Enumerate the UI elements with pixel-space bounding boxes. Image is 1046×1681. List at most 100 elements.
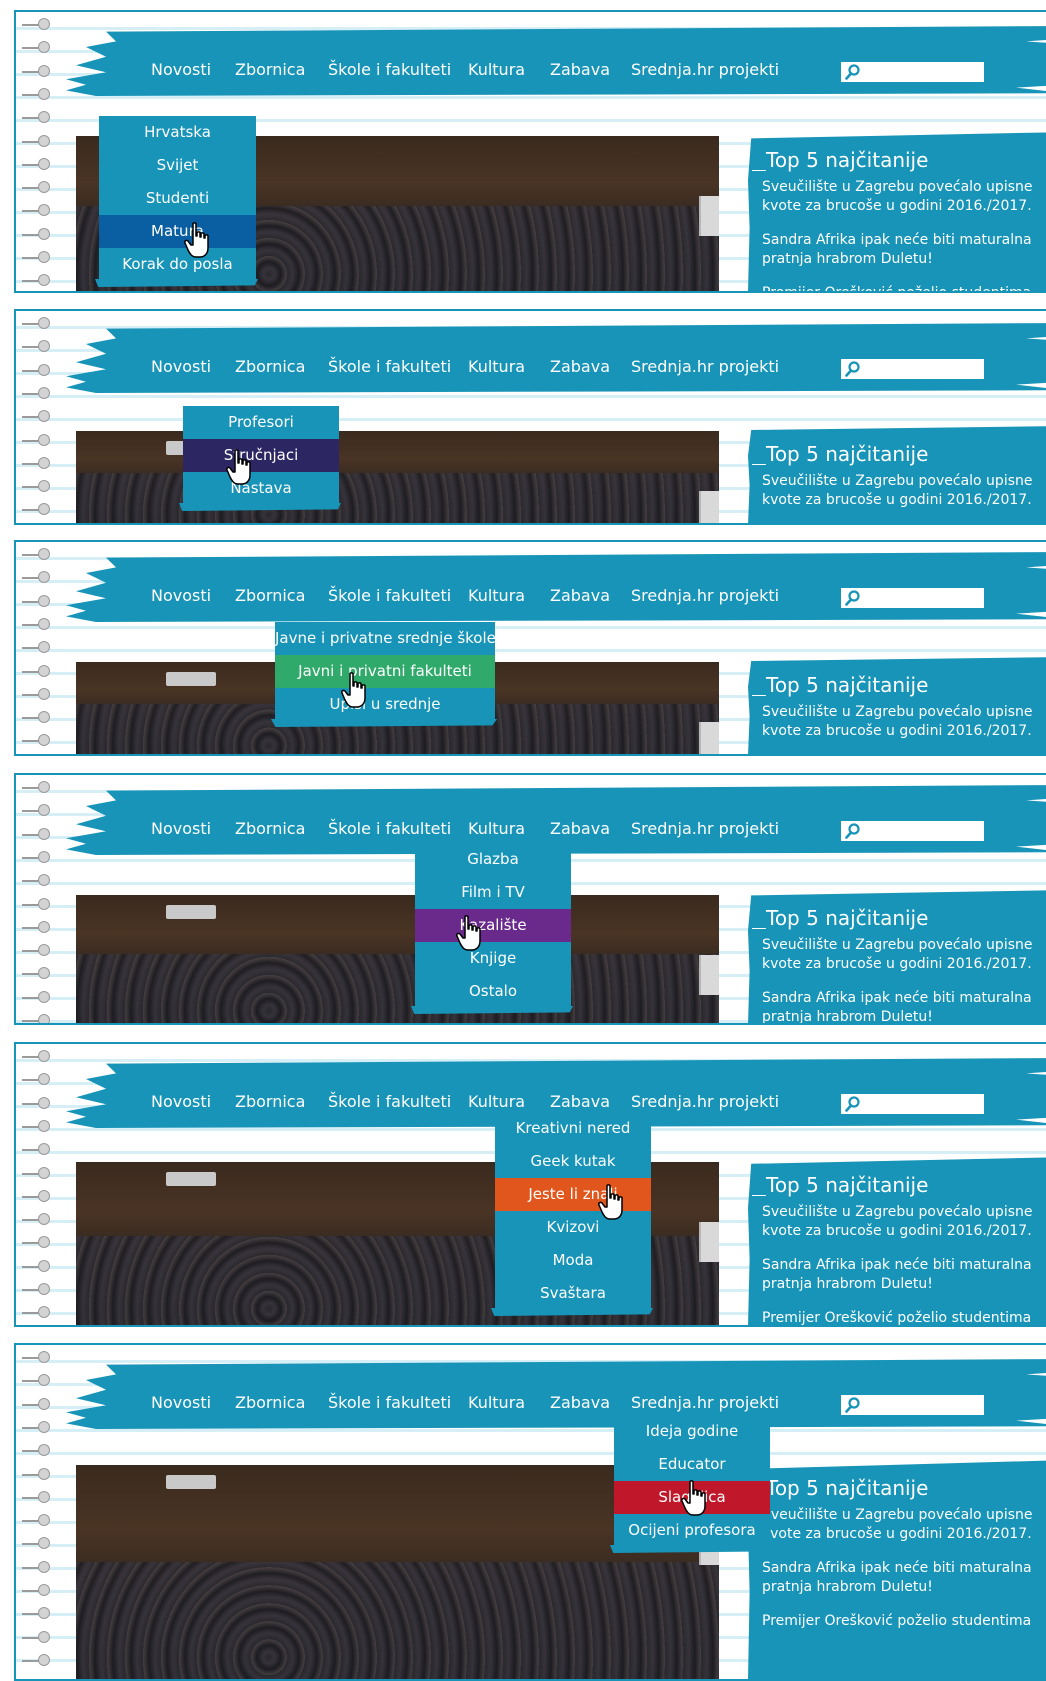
nav-item-novosti[interactable]: Novosti xyxy=(151,60,211,79)
nav-item-kultura[interactable]: Kultura xyxy=(468,357,525,376)
dropdown-item-hovered[interactable]: Slagalica xyxy=(614,1481,770,1514)
search-input[interactable] xyxy=(865,821,980,841)
dropdown-item[interactable]: Educator xyxy=(614,1448,770,1481)
article-link[interactable]: Sandra Afrika ipak neće biti maturalna p… xyxy=(762,1256,1046,1294)
article-link[interactable]: Sandra Afrika ipak neće biti maturalna p… xyxy=(762,1559,1046,1597)
top-5-sidebar: Top 5 najčitanije Sveučilište u Zagrebu p… xyxy=(748,890,1046,1023)
dropdown-item[interactable]: Javne i privatne srednje škole xyxy=(275,622,496,655)
nav-item-kultura[interactable]: Kultura xyxy=(468,586,525,605)
nav-item--kole-i-fakulteti[interactable]: Škole i fakulteti xyxy=(328,357,451,376)
dropdown-item[interactable]: Nastava xyxy=(183,472,339,505)
spiral-ring-icon xyxy=(22,1351,52,1363)
nav-item--kole-i-fakulteti[interactable]: Škole i fakulteti xyxy=(328,60,451,79)
search-input[interactable] xyxy=(865,588,980,608)
dropdown-item-hovered[interactable]: Javni i privatni fakulteti xyxy=(275,655,495,688)
dropdown-item[interactable]: Glazba xyxy=(415,843,571,876)
spiral-ring-icon xyxy=(22,827,52,840)
magnifier-icon xyxy=(845,64,860,80)
search-input[interactable] xyxy=(865,62,980,82)
article-link[interactable]: Sveučilište u Zagrebu povećalo upisne kv… xyxy=(762,703,1046,741)
nav-item-novosti[interactable]: Novosti xyxy=(151,1393,211,1412)
dropdown-item[interactable]: Ideja godine xyxy=(614,1415,770,1448)
article-link[interactable]: Sveučilište u Zagrebu povećalo upisne kv… xyxy=(762,472,1046,510)
nav-item-kultura[interactable]: Kultura xyxy=(468,1393,525,1412)
article-list: Sveučilište u Zagrebu povećalo upisne kv… xyxy=(762,178,1046,291)
dropdown-item-hovered[interactable]: Stručnjaci xyxy=(183,439,339,472)
nav-item-srednja-hr-projekti[interactable]: Srednja.hr projekti xyxy=(631,819,779,838)
nav-item-srednja-hr-projekti[interactable]: Srednja.hr projekti xyxy=(631,357,779,376)
nav-item-zabava[interactable]: Zabava xyxy=(550,1092,610,1111)
nav-item-zabava[interactable]: Zabava xyxy=(550,60,610,79)
nav-item-zabava[interactable]: Zabava xyxy=(550,819,610,838)
nav-item-zbornica[interactable]: Zbornica xyxy=(235,60,305,79)
search-input[interactable] xyxy=(865,359,980,379)
search-box[interactable] xyxy=(841,821,984,841)
spiral-ring-icon xyxy=(22,340,52,353)
nav-item-novosti[interactable]: Novosti xyxy=(151,819,211,838)
dropdown-item-hovered[interactable]: Matura xyxy=(99,215,256,248)
dropdown-item[interactable]: Upisi u srednje xyxy=(275,688,495,721)
screenshot-panel: Top 5 najčitanije Sveučilište u Zagrebu p… xyxy=(14,10,1046,293)
spiral-ring-icon xyxy=(22,1630,52,1643)
nav-item-srednja-hr-projekti[interactable]: Srednja.hr projekti xyxy=(631,586,779,605)
nav-item-zbornica[interactable]: Zbornica xyxy=(235,819,305,838)
search-box[interactable] xyxy=(841,1094,984,1114)
nav-item--kole-i-fakulteti[interactable]: Škole i fakulteti xyxy=(328,819,451,838)
nav-item-srednja-hr-projekti[interactable]: Srednja.hr projekti xyxy=(631,1092,779,1111)
nav-item-novosti[interactable]: Novosti xyxy=(151,1092,211,1111)
article-link[interactable]: Premijer Orešković poželio studentima xyxy=(762,1309,1046,1325)
nav-item--kole-i-fakulteti[interactable]: Škole i fakulteti xyxy=(328,1092,451,1111)
dropdown-item-hovered[interactable]: Jeste li znali xyxy=(495,1178,651,1211)
article-link[interactable]: Sveučilište u Zagrebu povećalo upisne kv… xyxy=(762,936,1046,974)
dropdown-item[interactable]: Film i TV xyxy=(415,876,571,909)
nav-item-zabava[interactable]: Zabava xyxy=(550,1393,610,1412)
spiral-ring-icon xyxy=(22,1119,52,1132)
nav-item-zbornica[interactable]: Zbornica xyxy=(235,586,305,605)
dropdown-item-hovered[interactable]: Kazalište xyxy=(415,909,571,942)
search-box[interactable] xyxy=(841,359,984,379)
search-input[interactable] xyxy=(865,1395,980,1415)
search-box[interactable] xyxy=(841,588,984,608)
search-box[interactable] xyxy=(841,1395,984,1415)
sidebar-title: Top 5 najčitanije xyxy=(751,148,929,172)
dropdown-item[interactable]: Geek kutak xyxy=(495,1145,651,1178)
search-input[interactable] xyxy=(865,1094,980,1114)
search-box[interactable] xyxy=(841,62,984,82)
dropdown-item[interactable]: Kvizovi xyxy=(495,1211,651,1244)
nav-item--kole-i-fakulteti[interactable]: Škole i fakulteti xyxy=(328,1393,451,1412)
nav-item-kultura[interactable]: Kultura xyxy=(468,60,525,79)
nav-item--kole-i-fakulteti[interactable]: Škole i fakulteti xyxy=(328,586,451,605)
dropdown-item[interactable]: Ocijeni profesora xyxy=(614,1514,770,1547)
dropdown-item[interactable]: Svaštara xyxy=(495,1277,651,1310)
nav-item-zbornica[interactable]: Zbornica xyxy=(235,1092,305,1111)
article-link[interactable]: Sandra Afrika ipak neće biti maturalna p… xyxy=(762,989,1046,1023)
nav-item-srednja-hr-projekti[interactable]: Srednja.hr projekti xyxy=(631,60,779,79)
article-link[interactable]: Sveučilište u Zagrebu povećalo upisne kv… xyxy=(762,1203,1046,1241)
article-link[interactable]: Sveučilište u Zagrebu povećalo upisne kv… xyxy=(762,1506,1046,1544)
nav-item-zbornica[interactable]: Zbornica xyxy=(235,1393,305,1412)
dropdown-item[interactable]: Kreativni nered xyxy=(495,1112,651,1145)
article-link[interactable]: Sveučilište u Zagrebu povećalo upisne kv… xyxy=(762,178,1046,216)
article-link[interactable]: Premijer Orešković poželio studentima xyxy=(762,1612,1046,1631)
dropdown-item[interactable]: Hrvatska xyxy=(99,116,256,149)
article-link[interactable]: Premijer Orešković poželio studentima xyxy=(762,284,1046,291)
nav-item-kultura[interactable]: Kultura xyxy=(468,819,525,838)
dropdown-item[interactable]: Studenti xyxy=(99,182,256,215)
dropdown-item[interactable]: Knjige xyxy=(415,942,571,975)
nav-item-zabava[interactable]: Zabava xyxy=(550,586,610,605)
article-link[interactable]: Sandra Afrika ipak neće biti maturalna p… xyxy=(762,231,1046,269)
nav-item-kultura[interactable]: Kultura xyxy=(468,1092,525,1111)
dropdown-item[interactable]: Svijet xyxy=(99,149,256,182)
dropdown-item[interactable]: Moda xyxy=(495,1244,651,1277)
nav-item-zbornica[interactable]: Zbornica xyxy=(235,357,305,376)
nav-item-novosti[interactable]: Novosti xyxy=(151,357,211,376)
nav-item-zabava[interactable]: Zabava xyxy=(550,357,610,376)
spiral-ring-icon xyxy=(22,1490,52,1503)
nav-item-novosti[interactable]: Novosti xyxy=(151,586,211,605)
dropdown-item[interactable]: Ostalo xyxy=(415,975,571,1008)
wall-flag xyxy=(699,491,719,523)
dropdown-item[interactable]: Profesori xyxy=(183,406,339,439)
nav-item-srednja-hr-projekti[interactable]: Srednja.hr projekti xyxy=(631,1393,779,1412)
spiral-ring-icon xyxy=(22,1073,52,1086)
dropdown-item[interactable]: Korak do posla xyxy=(99,248,256,281)
